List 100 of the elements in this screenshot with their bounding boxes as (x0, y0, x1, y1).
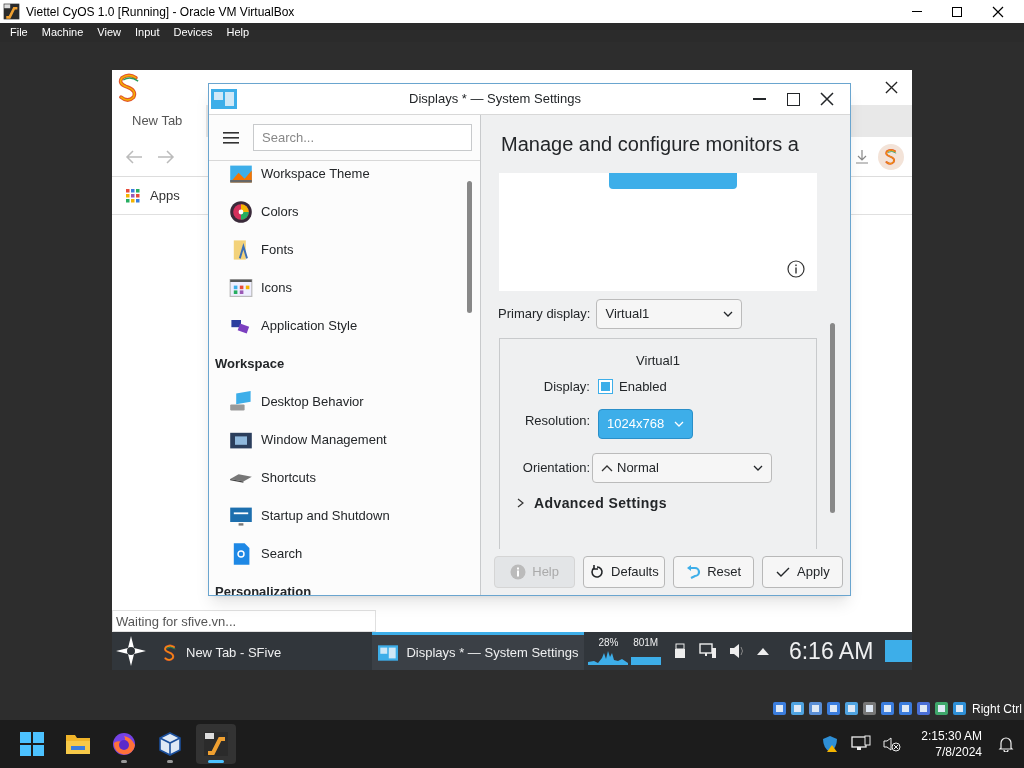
menu-item[interactable]: Help (226, 24, 250, 41)
menu-item[interactable]: File (10, 24, 28, 41)
field-label: Resolution: (523, 411, 590, 430)
menu-item[interactable]: Input (134, 24, 160, 41)
usb-drive-icon[interactable] (672, 643, 687, 659)
sidebar-item[interactable]: Fonts (209, 231, 480, 269)
sidebar-item[interactable]: Workspace Theme (209, 161, 480, 193)
output-name: Virtual1 (635, 352, 681, 370)
field-label: Orientation: (521, 458, 590, 477)
device-status-icon[interactable] (772, 701, 787, 716)
caret-up-icon (601, 463, 613, 472)
host-key-label: Right Ctrl (972, 700, 1022, 718)
search-field[interactable]: Search... (253, 124, 472, 151)
device-status-icon[interactable] (790, 701, 805, 716)
device-status-icon[interactable] (916, 701, 931, 716)
s-logo-icon (883, 147, 899, 166)
window-title: Displays * — System Settings (408, 90, 582, 109)
category-header: Workspace (214, 355, 286, 373)
arrow-up-icon[interactable] (756, 647, 769, 655)
network-icon[interactable] (851, 735, 872, 753)
dialog-button[interactable]: Reset (672, 556, 754, 588)
scrollbar-thumb[interactable] (467, 181, 472, 313)
menu-item[interactable]: View (97, 24, 121, 41)
network-icon[interactable] (698, 643, 717, 659)
app-logo-icon (3, 3, 20, 20)
folder-icon (65, 732, 91, 756)
clock[interactable]: 6:16 AM (788, 633, 874, 669)
sidebar-item[interactable]: Desktop Behavior (209, 383, 480, 421)
caret-icon (674, 420, 684, 427)
device-status-icon[interactable] (934, 701, 949, 716)
page-heading: Manage and configure monitors a (500, 132, 800, 157)
memory-usage: 801M (633, 637, 659, 649)
download-icon[interactable] (854, 148, 870, 165)
field-label: Display: (542, 377, 590, 396)
scrollbar-thumb[interactable] (830, 323, 835, 513)
cube-icon (157, 731, 183, 757)
close-icon[interactable] (885, 81, 898, 94)
taskbar-app[interactable] (196, 724, 236, 764)
apps-grid-icon[interactable] (126, 188, 140, 203)
maximize-button[interactable] (787, 92, 800, 106)
advanced-settings-toggle[interactable]: Advanced Settings (516, 492, 816, 514)
screen-tile[interactable] (609, 173, 737, 189)
bell-icon[interactable] (998, 736, 1014, 752)
sidebar-item[interactable]: Startup and Shutdown (209, 497, 480, 535)
menu-icon (223, 130, 239, 145)
close-button[interactable] (820, 92, 834, 106)
sidebar-item[interactable]: Application Style (209, 307, 480, 345)
device-status-icon[interactable] (880, 701, 895, 716)
restore-button[interactable] (952, 6, 962, 17)
checkbox-label: Enabled (619, 377, 667, 396)
device-status-icon[interactable] (952, 701, 967, 716)
speaker-muted-icon[interactable] (883, 736, 902, 752)
reload-icon (589, 564, 605, 580)
caret-icon (753, 464, 763, 471)
icon-grid-icon (229, 276, 253, 300)
sidebar-item[interactable]: Search (209, 535, 480, 573)
shield-icon[interactable] (821, 735, 840, 753)
status-bubble: Waiting for sfive.vn... (112, 610, 376, 632)
primary-display-dropdown[interactable]: Virtual1 (596, 299, 743, 329)
task-button[interactable]: New Tab - SFive (156, 632, 363, 670)
four-squares-icon (20, 732, 44, 756)
enabled-checkbox[interactable] (598, 379, 613, 394)
device-status-icon[interactable] (844, 701, 859, 716)
field-label: Primary display: (498, 305, 591, 324)
memory-graph (630, 657, 661, 665)
clock-date[interactable]: 7/8/2024 (935, 744, 982, 760)
chevron-icon (516, 498, 524, 508)
device-status-icon[interactable] (898, 701, 913, 716)
display-settings-icon (211, 89, 237, 109)
device-status-icon[interactable] (826, 701, 841, 716)
info-icon (510, 564, 527, 580)
color-wheel-icon (229, 200, 253, 224)
dialog-button[interactable]: Defaults (583, 556, 665, 588)
device-status-icon[interactable] (862, 701, 877, 716)
menu-item[interactable]: Devices (173, 24, 213, 41)
dialog-button[interactable]: Apply (761, 556, 843, 588)
close-button[interactable] (992, 5, 1004, 18)
sidebar-item[interactable]: Colors (209, 193, 480, 231)
browser-tab[interactable]: New Tab (112, 105, 206, 137)
keyboard-icon (229, 472, 253, 484)
caret-icon (723, 311, 734, 317)
s-logo-icon (162, 642, 178, 663)
orientation-dropdown[interactable]: Normal (592, 452, 772, 483)
cpu-usage: 28% (598, 637, 619, 649)
undo-icon (685, 564, 702, 580)
sidebar-item[interactable]: Window Management (209, 421, 480, 459)
app-logo-icon (203, 731, 229, 757)
speaker-icon[interactable] (728, 643, 745, 659)
menu-item[interactable]: Machine (41, 24, 84, 41)
clock-time[interactable]: 2:15:30 AM (921, 728, 982, 744)
task-button[interactable]: Displays * — System Settings (372, 632, 585, 670)
info-icon[interactable] (787, 260, 805, 278)
bookmark-link[interactable]: Apps (150, 185, 180, 206)
sidebar-item[interactable]: Icons (209, 269, 480, 307)
display-settings-icon (378, 644, 399, 661)
profile-button[interactable] (878, 143, 904, 170)
window-title: Viettel CyOS 1.0 [Running] - Oracle VM VirtualBox (26, 3, 296, 21)
device-status-icon[interactable] (808, 701, 823, 716)
fox-browser-icon (111, 731, 137, 757)
sidebar-item[interactable]: Shortcuts (209, 459, 480, 497)
